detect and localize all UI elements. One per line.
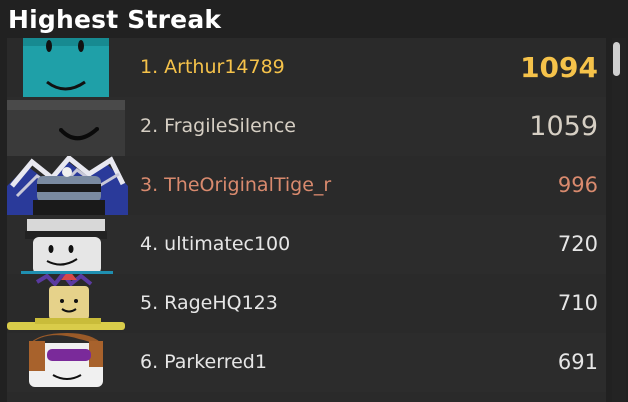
- player-score: 720: [557, 232, 598, 256]
- leaderboard-title: Highest Streak: [8, 5, 222, 34]
- player-name: 6. Parkerred1: [140, 351, 267, 373]
- player-avatar: [7, 156, 128, 215]
- leaderboard-row: 5. RageHQ123 710: [7, 274, 606, 333]
- leaderboard-row: 1. Arthur14789 1094: [7, 38, 606, 97]
- player-avatar: [7, 274, 128, 333]
- player-avatar: [7, 215, 128, 274]
- player-name: 2. FragileSilence: [140, 115, 296, 137]
- player-score: 691: [557, 350, 598, 374]
- leaderboard-panel: Highest Streak 1. Arthur14789 1094 2. Fr…: [0, 0, 628, 402]
- player-name: 1. Arthur14789: [140, 56, 285, 78]
- player-avatar: [7, 333, 128, 392]
- leaderboard-row: 4. ultimatec100 720: [7, 215, 606, 274]
- scrollbar[interactable]: [612, 38, 626, 402]
- leaderboard-row: 6. Parkerred1 691: [7, 333, 606, 392]
- player-score: 996: [557, 173, 598, 197]
- player-name: 4. ultimatec100: [140, 233, 291, 255]
- leaderboard-row: 3. TheOriginalTige_r 996: [7, 156, 606, 215]
- player-name: 5. RageHQ123: [140, 292, 278, 314]
- player-score: 1094: [520, 51, 598, 84]
- leaderboard-list[interactable]: 1. Arthur14789 1094 2. FragileSilence 10…: [7, 38, 606, 402]
- player-score: 710: [557, 291, 598, 315]
- player-name: 3. TheOriginalTige_r: [140, 174, 332, 196]
- scrollbar-thumb[interactable]: [613, 42, 620, 76]
- leaderboard-row: 2. FragileSilence 1059: [7, 97, 606, 156]
- player-avatar: [7, 97, 128, 156]
- player-avatar: [7, 38, 128, 97]
- player-score: 1059: [529, 111, 598, 142]
